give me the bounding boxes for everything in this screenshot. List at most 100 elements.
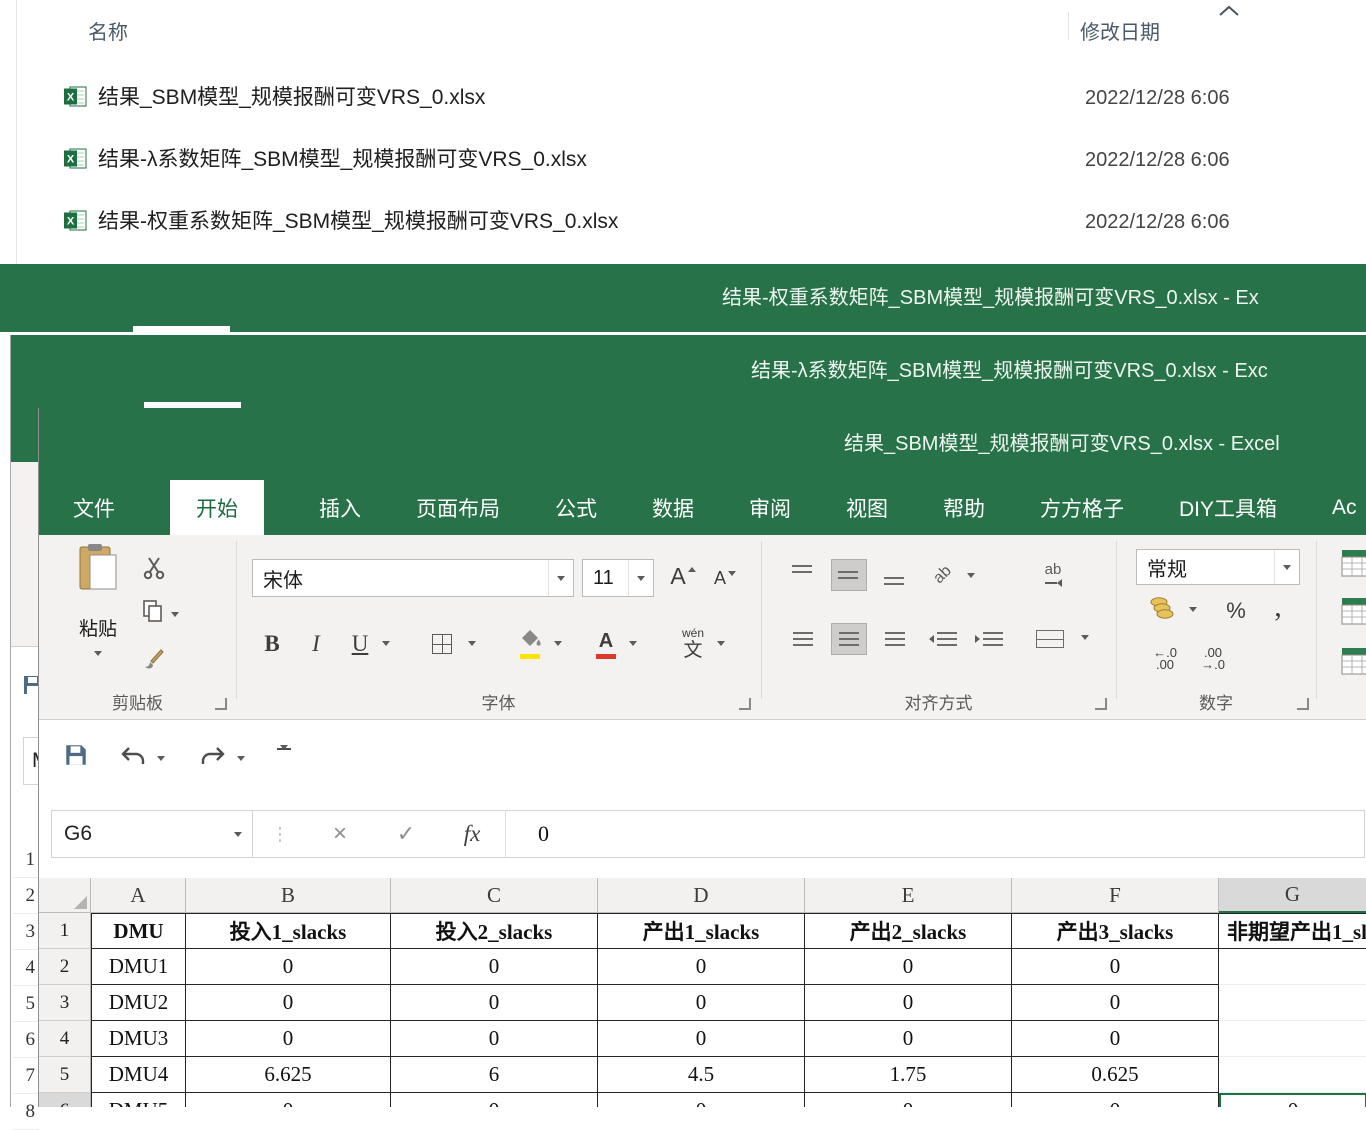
tab-file[interactable]: 文件 (73, 480, 115, 535)
cell[interactable] (1219, 1057, 1366, 1093)
number-format-combo[interactable]: 常规 (1136, 549, 1300, 585)
insert-function-button[interactable]: fx (439, 811, 505, 857)
percent-style-button[interactable]: % (1219, 595, 1253, 627)
font-size-combo[interactable]: 11 (582, 559, 654, 597)
cell[interactable]: 产出1_slacks (598, 913, 805, 949)
files-column-name-header[interactable]: 名称 (88, 18, 128, 48)
bold-button[interactable]: B (253, 623, 291, 665)
cell[interactable]: 产出3_slacks (1012, 913, 1219, 949)
underline-button[interactable]: U (341, 623, 379, 665)
formula-bar-splitter[interactable]: ⋮ (253, 811, 307, 857)
italic-button[interactable]: I (297, 623, 335, 665)
cell[interactable]: 0 (598, 1021, 805, 1057)
tab-view[interactable]: 视图 (846, 480, 888, 535)
enter-button[interactable]: ✓ (373, 811, 439, 857)
cell[interactable]: 0 (1012, 949, 1219, 985)
cell[interactable]: 投入1_slacks (186, 913, 391, 949)
dropdown-caret[interactable] (1274, 550, 1299, 584)
tab-page-layout[interactable]: 页面布局 (416, 480, 500, 535)
cell[interactable]: 0 (391, 1021, 598, 1057)
font-color-caret[interactable] (629, 641, 637, 646)
tab-formulas[interactable]: 公式 (555, 480, 597, 535)
comma-style-button[interactable]: , (1263, 589, 1293, 625)
wrap-text-button[interactable]: ab (1027, 557, 1079, 593)
conditional-formatting-icon[interactable] (1341, 549, 1366, 582)
tab-insert[interactable]: 插入 (319, 480, 361, 535)
decrease-font-button[interactable]: A (709, 567, 741, 595)
name-box-caret[interactable] (234, 832, 242, 837)
borders-button[interactable] (427, 631, 457, 657)
format-as-table-icon[interactable] (1341, 597, 1366, 630)
row-header[interactable]: 2 (39, 949, 91, 985)
row-header[interactable]: 1 (39, 913, 91, 949)
copy-button[interactable] (143, 599, 213, 629)
cell[interactable]: DMU3 (91, 1021, 186, 1057)
cell[interactable]: 0 (598, 1093, 805, 1107)
align-top-button[interactable] (785, 559, 821, 591)
redo-button[interactable] (199, 744, 227, 773)
formula-input[interactable]: 0 (505, 811, 1364, 857)
name-box[interactable]: G6 (52, 811, 253, 857)
row-header[interactable]: 5 (13, 986, 39, 1022)
increase-indent-button[interactable] (969, 623, 1009, 655)
tab-home[interactable]: 开始 (170, 480, 264, 535)
number-dialog-launcher[interactable] (1297, 698, 1309, 710)
increase-decimal-button[interactable]: ←.0 .00 (1143, 641, 1187, 677)
cell[interactable]: 0 (1012, 1021, 1219, 1057)
font-name-combo[interactable]: 宋体 (252, 559, 574, 597)
tab-acrobat-partial[interactable]: Ac (1332, 480, 1357, 535)
increase-font-button[interactable]: A (665, 563, 701, 595)
undo-button[interactable] (119, 744, 147, 773)
paste-button[interactable]: 粘贴 (65, 543, 131, 689)
phonetic-caret[interactable] (717, 641, 725, 646)
cut-button[interactable] (143, 555, 197, 585)
cell[interactable]: 0 (805, 1021, 1012, 1057)
tab-fangfanggezi[interactable]: 方方格子 (1040, 480, 1124, 535)
row-header[interactable]: 8 (13, 1094, 39, 1130)
cell[interactable]: 投入2_slacks (391, 913, 598, 949)
cell[interactable]: 0 (186, 985, 391, 1021)
redo-caret[interactable] (237, 756, 245, 761)
cell[interactable]: 0 (1012, 985, 1219, 1021)
cell[interactable]: DMU1 (91, 949, 186, 985)
cell[interactable]: 0 (186, 949, 391, 985)
clipboard-dialog-launcher[interactable] (215, 698, 227, 710)
align-center-button[interactable] (831, 623, 867, 655)
align-left-button[interactable] (785, 623, 821, 655)
cell[interactable]: 6 (391, 1057, 598, 1093)
cell[interactable]: 产出2_slacks (805, 913, 1012, 949)
row-header[interactable]: 6 (13, 1022, 39, 1058)
cell[interactable]: 6.625 (186, 1057, 391, 1093)
decrease-decimal-button[interactable]: .00 →.0 (1191, 641, 1235, 677)
underline-caret[interactable] (382, 641, 390, 646)
merge-center-button[interactable] (1027, 623, 1073, 655)
row-header[interactable]: 4 (39, 1021, 91, 1057)
cell[interactable]: 0 (1012, 1093, 1219, 1107)
cell-styles-icon[interactable] (1341, 647, 1366, 680)
col-header-b[interactable]: B (186, 878, 391, 913)
col-header-d[interactable]: D (598, 878, 805, 913)
cell[interactable]: 1.75 (805, 1057, 1012, 1093)
tab-review[interactable]: 审阅 (749, 480, 791, 535)
cell[interactable]: 0 (391, 949, 598, 985)
font-dialog-launcher[interactable] (739, 698, 751, 710)
cell[interactable] (1219, 1021, 1366, 1057)
dropdown-caret[interactable] (548, 560, 573, 596)
chevron-up-icon[interactable] (1218, 4, 1240, 18)
cell[interactable]: 0 (391, 1093, 598, 1107)
cell[interactable] (1219, 949, 1366, 985)
col-header-g[interactable]: G (1219, 878, 1366, 913)
row-header[interactable]: 3 (13, 914, 39, 950)
cancel-button[interactable]: × (307, 811, 373, 857)
orientation-caret[interactable] (967, 573, 975, 578)
cell[interactable]: DMU2 (91, 985, 186, 1021)
row-header[interactable]: 6 (39, 1093, 91, 1107)
customize-qat-button[interactable] (277, 748, 293, 764)
align-right-button[interactable] (877, 623, 913, 655)
cell[interactable]: 0 (186, 1021, 391, 1057)
cell[interactable]: 0 (805, 1093, 1012, 1107)
files-column-date-header[interactable]: 修改日期 (1080, 18, 1160, 48)
col-header-e[interactable]: E (805, 878, 1012, 913)
row-header[interactable]: 4 (13, 950, 39, 986)
row-header[interactable]: 5 (39, 1057, 91, 1093)
